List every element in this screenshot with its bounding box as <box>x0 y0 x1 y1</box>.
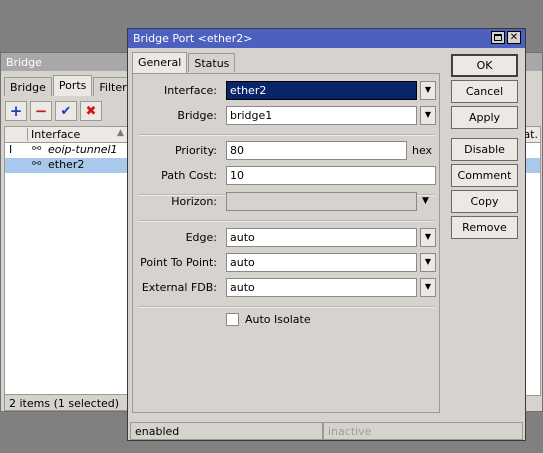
bridge-status-bar: 2 items (1 selected) <box>4 394 128 411</box>
status-enabled: enabled <box>130 422 323 440</box>
edge-dropdown-icon[interactable]: ▼ <box>420 228 436 247</box>
point-to-point-dropdown-icon[interactable]: ▼ <box>420 253 436 272</box>
cancel-button[interactable]: Cancel <box>451 80 518 103</box>
bridge-label: Bridge: <box>177 109 217 122</box>
interface-icon: ⚯ <box>32 157 42 170</box>
enable-check-icon[interactable]: ✔ <box>55 101 77 121</box>
auto-isolate-label: Auto Isolate <box>245 313 311 326</box>
dialog-title-bar[interactable]: Bridge Port <ether2> ✕ <box>128 29 525 48</box>
external-fdb-label: External FDB: <box>141 281 217 294</box>
dialog-title: Bridge Port <ether2> <box>133 32 253 45</box>
external-fdb-row: External FDB: auto ▼ <box>133 278 439 298</box>
remove-icon[interactable]: − <box>30 101 52 121</box>
auto-isolate-checkbox[interactable] <box>226 313 239 326</box>
row-interface-name: ether2 <box>48 158 85 171</box>
external-fdb-select[interactable]: auto <box>226 278 417 297</box>
maximize-icon[interactable] <box>491 31 505 44</box>
status-inactive: inactive <box>323 422 523 440</box>
priority-label: Priority: <box>174 144 217 157</box>
path-cost-row: Path Cost: 10 <box>133 166 439 186</box>
interface-label: Interface: <box>164 84 217 97</box>
external-fdb-dropdown-icon[interactable]: ▼ <box>420 278 436 297</box>
apply-button[interactable]: Apply <box>451 106 518 129</box>
interface-select[interactable]: ether2 <box>226 81 417 100</box>
interface-dropdown-icon[interactable]: ▼ <box>420 81 436 100</box>
row-flag: I <box>9 143 13 156</box>
priority-row: Priority: 80 hex <box>133 141 439 161</box>
point-to-point-label: Point To Point: <box>140 256 217 269</box>
bridge-port-dialog: Bridge Port <ether2> ✕ General Status In… <box>127 28 526 441</box>
point-to-point-select[interactable]: auto <box>226 253 417 272</box>
remove-button[interactable]: Remove <box>451 216 518 239</box>
tab-status[interactable]: Status <box>188 53 236 72</box>
horizon-row: Horizon: ▼ <box>133 192 439 212</box>
divider <box>139 220 435 222</box>
bridge-dropdown-icon[interactable]: ▼ <box>420 106 436 125</box>
divider <box>139 134 435 136</box>
tab-bridge[interactable]: Bridge <box>4 77 52 96</box>
bridge-toolbar: + − ✔ ✖ <box>5 101 102 121</box>
close-icon[interactable]: ✕ <box>507 31 521 44</box>
column-header-interface[interactable]: Interface <box>27 128 127 141</box>
disable-cross-icon[interactable]: ✖ <box>80 101 102 121</box>
dialog-tabs: General Status <box>132 52 236 73</box>
dialog-status-bar: enabled inactive <box>130 422 523 440</box>
horizon-label: Horizon: <box>171 195 217 208</box>
priority-unit: hex <box>412 144 433 157</box>
comment-button[interactable]: Comment <box>451 164 518 187</box>
horizon-dropdown-icon[interactable]: ▼ <box>422 196 429 206</box>
path-cost-label: Path Cost: <box>161 169 217 182</box>
ok-button[interactable]: OK <box>451 54 518 77</box>
horizon-input[interactable] <box>226 192 417 211</box>
sort-ascending-icon: ▲ <box>117 128 124 138</box>
bridge-select[interactable]: bridge1 <box>226 106 417 125</box>
copy-button[interactable]: Copy <box>451 190 518 213</box>
priority-input[interactable]: 80 <box>226 141 407 160</box>
interface-icon: ⚯ <box>32 142 42 155</box>
auto-isolate-row: Auto Isolate <box>226 313 311 326</box>
disable-button[interactable]: Disable <box>451 138 518 161</box>
edge-row: Edge: auto ▼ <box>133 228 439 248</box>
divider <box>139 306 435 308</box>
edge-select[interactable]: auto <box>226 228 417 247</box>
bridge-row: Bridge: bridge1 ▼ <box>133 106 439 126</box>
add-icon[interactable]: + <box>5 101 27 121</box>
general-panel: Interface: ether2 ▼ Bridge: bridge1 ▼ Pr… <box>132 73 440 413</box>
row-interface-name: eoip-tunnel1 <box>48 143 118 156</box>
path-cost-input[interactable]: 10 <box>226 166 436 185</box>
tab-ports[interactable]: Ports <box>52 75 93 96</box>
point-to-point-row: Point To Point: auto ▼ <box>133 253 439 273</box>
bridge-tabs: Bridge Ports Filters <box>4 75 139 96</box>
tab-general[interactable]: General <box>132 52 188 73</box>
interface-row: Interface: ether2 ▼ <box>133 81 439 101</box>
edge-label: Edge: <box>185 231 217 244</box>
